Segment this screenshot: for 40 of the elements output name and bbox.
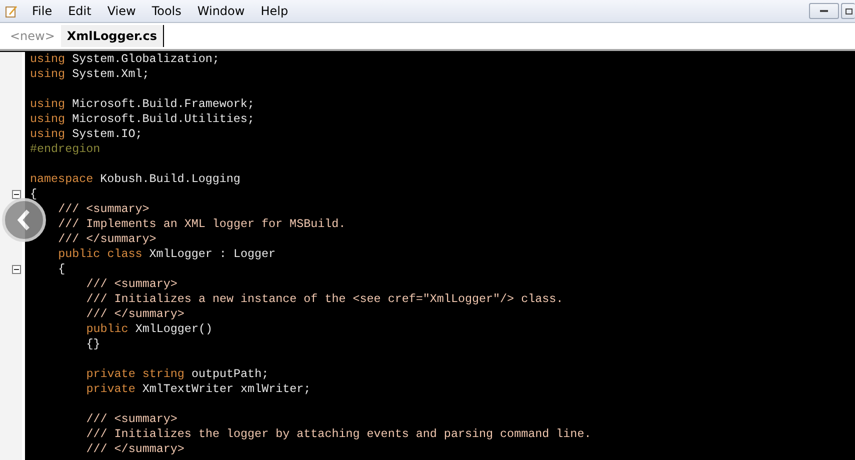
menu-item[interactable]: Window [189, 4, 253, 18]
menu-item[interactable]: Edit [60, 4, 100, 18]
code-line: using System.IO; [30, 127, 142, 142]
code-line: public XmlLogger() [86, 322, 212, 337]
collapse-icon[interactable] [12, 265, 21, 274]
file-tab[interactable]: <new> [4, 25, 61, 47]
code-line: { [30, 187, 38, 202]
restore-icon [844, 7, 852, 15]
code-line: /// <summary> [86, 277, 178, 292]
minimize-icon [820, 10, 828, 12]
code-line: using System.Globalization; [30, 52, 220, 67]
code-line: /// Initializes a new instance of the <see cref="XmlLogger"/> class. [86, 292, 564, 307]
chevron-left-icon [17, 209, 31, 231]
code-line: using Microsoft.Build.Utilities; [30, 112, 254, 127]
code-line: {} [86, 337, 100, 352]
code-line: public class XmlLogger : Logger [58, 247, 276, 262]
menu-item[interactable]: File [24, 4, 60, 18]
code-line: namespace Kobush.Build.Logging [30, 172, 240, 187]
code-line: { [58, 262, 66, 277]
code-line: using System.Xml; [30, 67, 150, 82]
menu-item[interactable]: Help [252, 4, 296, 18]
code-line: #endregion [30, 142, 100, 157]
code-line: private string outputPath; [86, 367, 269, 382]
code-line: /// Implements an XML logger for MSBuild. [58, 217, 346, 232]
code-line: using Microsoft.Build.Framework; [30, 97, 254, 112]
code-line: /// </summary> [86, 442, 184, 457]
minimize-button[interactable] [809, 3, 839, 19]
menu-item[interactable]: View [99, 4, 144, 18]
code-line: private XmlTextWriter xmlWriter; [86, 382, 311, 397]
code-line: /// <summary> [86, 412, 178, 427]
pencil-icon [4, 4, 18, 18]
code-line: /// Initializes the logger by attaching events and parsing command line. [86, 427, 592, 442]
collapse-icon[interactable] [12, 190, 21, 199]
menu-item[interactable]: Tools [144, 4, 190, 18]
code-line: /// </summary> [58, 232, 156, 247]
previous-button[interactable] [2, 198, 46, 242]
code-line: /// <summary> [58, 202, 150, 217]
code-line: /// </summary> [86, 307, 184, 322]
restore-button[interactable] [841, 3, 855, 19]
file-tab[interactable]: XmlLogger.cs [60, 25, 164, 47]
